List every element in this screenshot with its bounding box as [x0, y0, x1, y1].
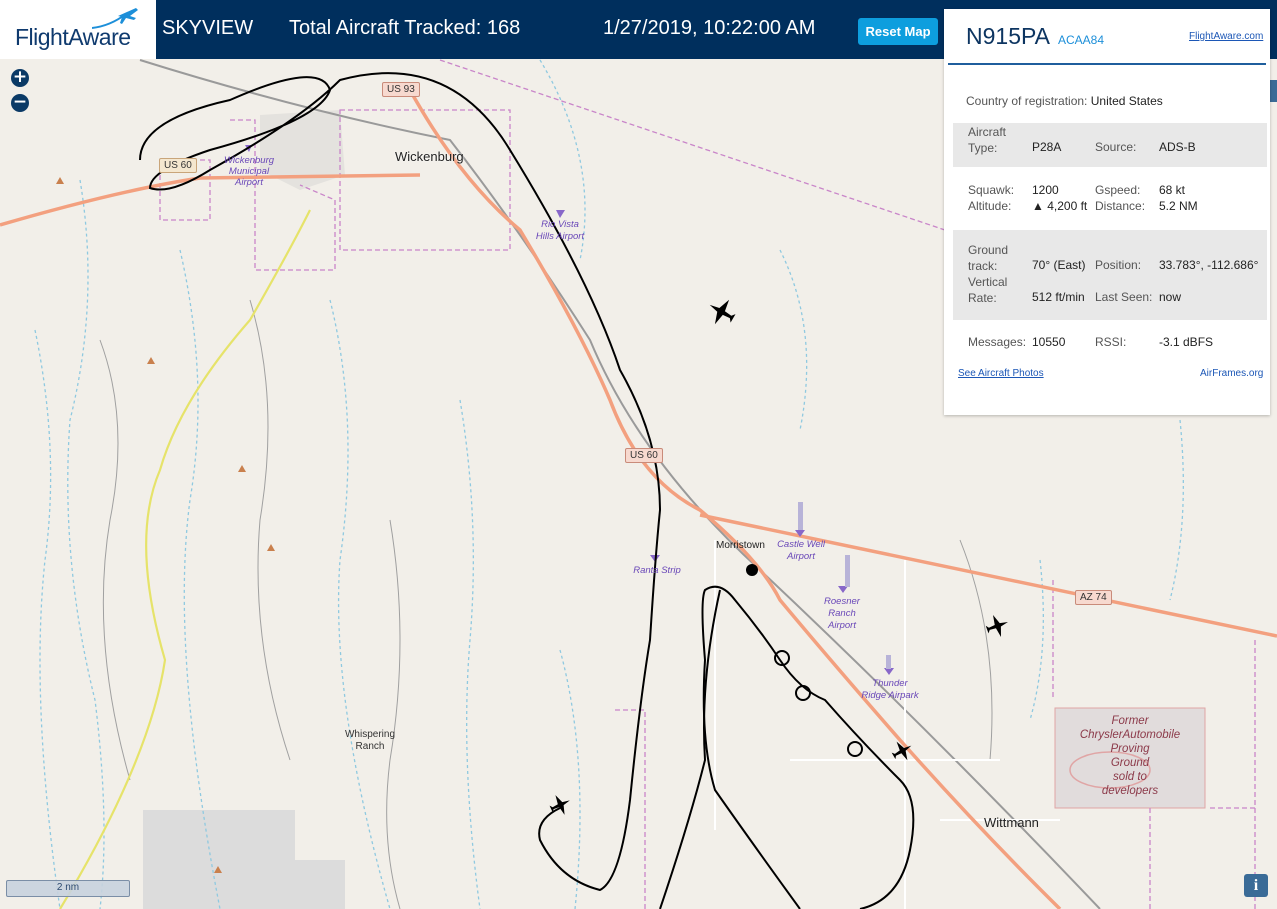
airport-label: Ranta Strip	[633, 565, 681, 576]
logo-text: FlightAware	[15, 24, 131, 50]
aircraft-info-panel: N915PA ACAA84 FlightAware.com Country of…	[944, 9, 1270, 415]
country-value: United States	[1090, 94, 1163, 108]
aircraft-hex-code: ACAA84	[1058, 33, 1105, 47]
distance-value: 5.2 NM	[1159, 199, 1198, 213]
proving-ground-label: Former ChryslerAutomobile Proving Ground sol…	[1079, 715, 1181, 797]
total-aircraft-tracked: Total Aircraft Tracked: 168	[289, 17, 521, 39]
road-shield: US 60	[625, 448, 663, 463]
country-row: Country of registration: United States	[966, 94, 1163, 108]
altitude-value: ▲ 4,200 ft	[1032, 199, 1088, 213]
aircraft-icon[interactable]	[547, 792, 573, 818]
selected-aircraft-marker[interactable]	[746, 564, 758, 576]
secondary-road	[59, 209, 311, 909]
info-row-track: Ground track: Vertical Rate: 70° (East) Pos…	[953, 230, 1267, 320]
place-label: Morristown	[716, 540, 765, 551]
current-datetime: 1/27/2019, 10:22:00 AM	[603, 17, 816, 39]
aircraft-icon[interactable]	[889, 738, 915, 764]
flightaware-logo[interactable]: FlightAware	[0, 0, 156, 59]
ranch-label: Whispering Ranch	[344, 729, 396, 752]
last-seen-value: now	[1159, 290, 1182, 304]
airport-label: Wickenburg Municipal Airport	[223, 155, 275, 188]
panel-divider	[948, 63, 1266, 65]
road-shield: US 93	[382, 82, 420, 97]
zoom-out-button[interactable]: −	[11, 94, 29, 112]
side-panel-toggle[interactable]	[1270, 80, 1277, 102]
info-row-messages: Messages: 10550 RSSI: -3.1 dBFS	[968, 335, 1214, 349]
reset-map-button[interactable]: Reset Map	[858, 18, 938, 45]
flightaware-link[interactable]: FlightAware.com	[1189, 31, 1263, 42]
ground-track-value: 70° (East)	[1032, 258, 1086, 272]
place-label: Wittmann	[984, 815, 1039, 830]
info-row-squawk: Squawk: 1200 Gspeed: 68 kt Altitude: ▲ 4…	[968, 183, 1198, 213]
road-shield: US 60	[159, 158, 197, 173]
urban-area	[143, 810, 345, 909]
road-shield: AZ 74	[1075, 590, 1112, 605]
aircraft-photos-link[interactable]: See Aircraft Photos	[958, 368, 1044, 379]
airport-label: Rio Vista Hills Airport	[535, 219, 585, 242]
aircraft-icon[interactable]	[983, 612, 1011, 640]
source-value: ADS-B	[1159, 140, 1196, 154]
aircraft-registration: N915PA	[966, 23, 1050, 49]
flight-track-1	[139, 72, 662, 892]
aircraft-type-value: P28A	[1032, 140, 1062, 154]
gspeed-value: 68 kt	[1159, 183, 1186, 197]
aircraft-icon[interactable]	[705, 295, 739, 329]
scale-bar: 2 nm	[6, 880, 130, 897]
zoom-in-button[interactable]: +	[11, 69, 29, 87]
info-row-type: Aircraft Type: P28A Source: ADS-B	[953, 123, 1267, 167]
airport-label: Roesner Ranch Airport	[824, 596, 860, 631]
place-label: Wickenburg	[395, 149, 464, 164]
info-button[interactable]: i	[1244, 874, 1268, 897]
airframes-link[interactable]: AirFrames.org	[1200, 368, 1263, 379]
airport-label: Thunder Ridge Airpark	[861, 678, 919, 701]
squawk-value: 1200	[1032, 183, 1059, 197]
peak-markers	[56, 177, 275, 873]
airport-label: Castle Well Airport	[777, 539, 825, 562]
app-name: SKYVIEW	[162, 17, 254, 39]
position-value: 33.783°, -112.686°	[1159, 258, 1259, 272]
rssi-value: -3.1 dBFS	[1159, 335, 1214, 349]
vertical-rate-value: 512 ft/min	[1032, 290, 1085, 304]
messages-value: 10550	[1032, 335, 1066, 349]
